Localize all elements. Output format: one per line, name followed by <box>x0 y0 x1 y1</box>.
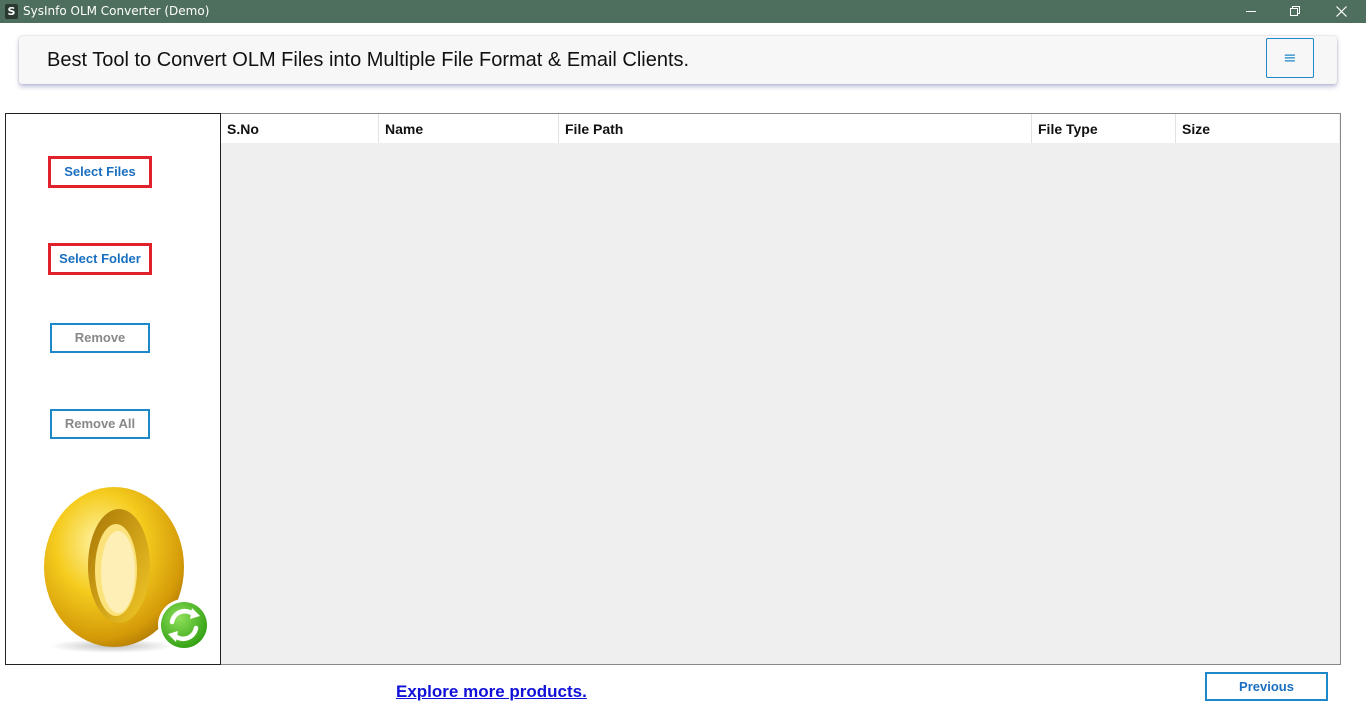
table-header: S.No Name File Path File Type Size <box>221 114 1339 143</box>
select-files-button[interactable]: Select Files <box>48 156 152 188</box>
minimize-button[interactable] <box>1228 0 1274 23</box>
app-icon: S <box>5 4 18 19</box>
restore-icon <box>1290 6 1300 16</box>
previous-button[interactable]: Previous <box>1205 672 1328 701</box>
header-banner: Best Tool to Convert OLM Files into Mult… <box>19 36 1337 84</box>
title-bar: S SysInfo OLM Converter (Demo) <box>0 0 1366 23</box>
column-header-size[interactable]: Size <box>1176 114 1339 143</box>
outlook-mac-logo <box>44 487 210 653</box>
remove-button[interactable]: Remove <box>50 323 150 353</box>
select-folder-button[interactable]: Select Folder <box>48 243 152 275</box>
column-header-sno[interactable]: S.No <box>221 114 379 143</box>
remove-all-button[interactable]: Remove All <box>50 409 150 439</box>
sidebar-panel: Select Files Select Folder Remove Remove… <box>5 113 221 665</box>
menu-button[interactable]: ≡ <box>1266 38 1314 78</box>
minimize-icon <box>1246 11 1256 12</box>
window-title: SysInfo OLM Converter (Demo) <box>23 4 210 18</box>
close-button[interactable] <box>1318 0 1364 23</box>
restore-button[interactable] <box>1272 0 1318 23</box>
file-table: S.No Name File Path File Type Size <box>221 113 1341 665</box>
column-header-name[interactable]: Name <box>379 114 559 143</box>
page-title: Best Tool to Convert OLM Files into Mult… <box>47 49 690 71</box>
explore-more-products-link[interactable]: Explore more products. <box>396 682 587 702</box>
hamburger-menu-icon: ≡ <box>1283 48 1297 67</box>
column-header-file-path[interactable]: File Path <box>559 114 1032 143</box>
column-header-file-type[interactable]: File Type <box>1032 114 1176 143</box>
close-icon <box>1336 6 1347 17</box>
